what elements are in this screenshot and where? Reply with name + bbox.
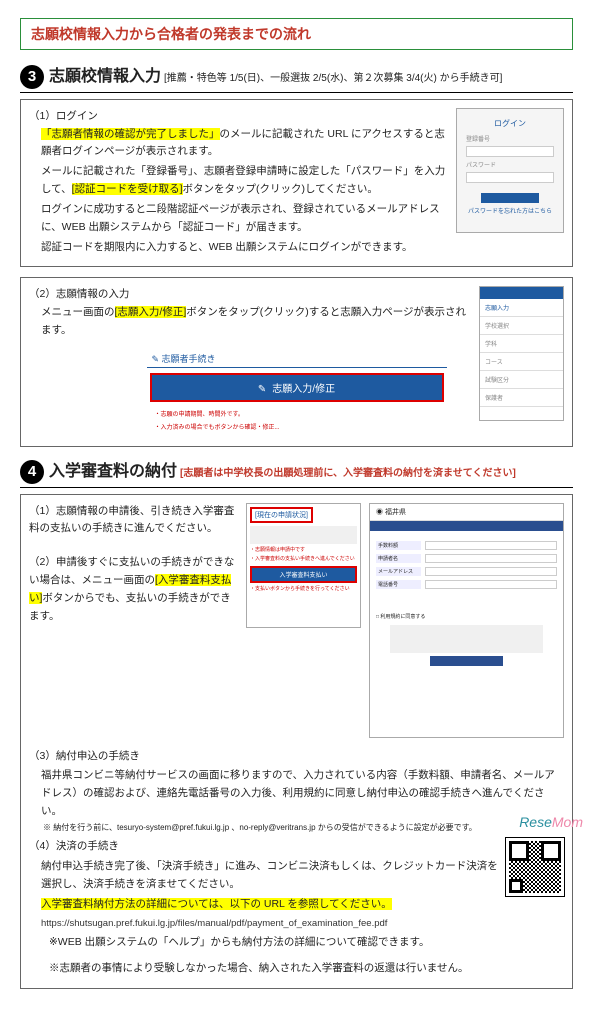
section-4-subtitle: [志願者は中学校長の出願処理前に、入学審査料の納付を済ませてください] (180, 464, 516, 479)
two-column: [現在の申請状況] ・志願情報は申請中です ・入学審査料の支払い手続きへ進んでく… (29, 503, 564, 738)
body-text: 入学審査料納付方法の詳細については、以下の URL を参照してください。 (29, 896, 564, 914)
mock-captcha (390, 625, 543, 653)
step-badge-3: 3 (20, 65, 44, 89)
mock-logo: ◉ 福井県 (370, 504, 563, 521)
procedure-note: ・入力済みの場合でもボタンから確認・修正... (147, 420, 447, 433)
procedure-button-highlighted: ✎志願入力/修正 (150, 373, 444, 402)
mock-input (466, 172, 554, 183)
section-3-title-row: 3 志願校情報入力 [推薦・特色等 1/5(日)、一般選抜 2/5(水)、第２次… (20, 62, 573, 89)
step-label: （4）決済の手続き (29, 838, 564, 856)
section-3-box-1: ログイン 登録番号 パスワード パスワードを忘れた方はこちら （1）ログイン 「… (20, 99, 573, 268)
highlight: [志願入力/修正] (115, 306, 187, 318)
watermark-logo: ReseMom (519, 814, 583, 830)
mock-pay-button: 入学審査料支払い (250, 566, 357, 583)
section-4-title-row: 4 入学審査料の納付 [志願者は中学校長の出願処理前に、入学審査料の納付を済ませ… (20, 457, 573, 484)
highlight: [認証コードを受け取る] (72, 183, 183, 195)
mock-box (250, 526, 357, 544)
body-text: ※志願者の事情により受験しなかった場合、納入された入学審査料の返還は行いません。 (49, 960, 564, 978)
procedure-note: ・志願の申請期間、時間外です。 (147, 407, 447, 420)
section-4-box: [現在の申請状況] ・志願情報は申請中です ・入学審査料の支払い手続きへ進んでく… (20, 494, 573, 989)
mock-note: ・志願情報は申請中です (250, 547, 357, 554)
mock-login-title: ログイン (461, 118, 559, 129)
mock-label: パスワード (461, 160, 559, 169)
mock-row: 申請者名 (370, 552, 563, 565)
mock-note: ・支払いボタンから手続きを行ってください (250, 586, 357, 593)
url-text: https://shutsugan.pref.fukui.lg.jp/files… (29, 916, 564, 932)
mock-row: 電話番号 (370, 578, 563, 591)
section-3-box-2: 志願入力 学校選択 学科 コース 試験区分 保護者 （2）志願情報の入力 メニュ… (20, 277, 573, 447)
flow-header-box: 志願校情報入力から合格者の発表までの流れ (20, 18, 573, 50)
highlight: 「志願者情報の確認が完了しました」 (41, 128, 220, 140)
mock-item: 志願入力 (480, 299, 563, 317)
payment-form-mock: ◉ 福井県 手数料額 申請者名 メールアドレス 電話番号 □ 利用規約に同意する (369, 503, 564, 738)
mock-label: 登録番号 (461, 134, 559, 143)
mock-input (466, 146, 554, 157)
mock-button (481, 193, 539, 203)
mock-header (480, 287, 563, 299)
mock-item: コース (480, 353, 563, 371)
step-label: （3）納付申込の手続き (29, 748, 564, 766)
mock-submit (430, 656, 503, 666)
mock-note: ・入学審査料の支払い手続きへ進んでください (250, 556, 357, 563)
page: 志願校情報入力から合格者の発表までの流れ 3 志願校情報入力 [推薦・特色等 1… (0, 0, 593, 1017)
mock-nav (370, 521, 563, 531)
mock-item: 試験区分 (480, 371, 563, 389)
status-screenshot-mock: [現在の申請状況] ・志願情報は申請中です ・入学審査料の支払い手続きへ進んでく… (246, 503, 361, 628)
mock-row: メールアドレス (370, 565, 563, 578)
body-text: ※WEB 出願システムの「ヘルプ」からも納付方法の詳細について確認できます。 (49, 934, 564, 952)
mock-item: 学科 (480, 335, 563, 353)
highlight: 入学審査料納付方法の詳細については、以下の URL を参照してください。 (41, 898, 392, 910)
qr-code-icon (506, 838, 564, 896)
mock-row: 手数料額 (370, 539, 563, 552)
left-column: [現在の申請状況] ・志願情報は申請中です ・入学審査料の支払い手続きへ進んでく… (29, 503, 361, 738)
mock-status-header: [現在の申請状況] (250, 507, 313, 523)
mock-item: 保護者 (480, 389, 563, 407)
body-text: 納付申込手続き完了後、「決済手続き」に進み、コンビニ決済もしくは、クレジットカー… (29, 858, 564, 894)
mock-link: パスワードを忘れた方はこちら (461, 206, 559, 215)
menu-screenshot-mock: 志願入力 学校選択 学科 コース 試験区分 保護者 (479, 286, 564, 421)
flow-header-text: 志願校情報入力から合格者の発表までの流れ (31, 24, 562, 44)
section-3-title: 志願校情報入力 (49, 62, 161, 86)
section-4-title: 入学審査料の納付 (49, 457, 177, 481)
divider (20, 92, 573, 93)
body-text: 福井県コンビニ等納付サービスの画面に移りますので、入力されている内容（手数料額、… (29, 767, 564, 821)
section-3-subtitle: [推薦・特色等 1/5(日)、一般選抜 2/5(水)、第２次募集 3/4(火) … (164, 69, 502, 84)
body-text: 認証コードを期限内に入力すると、WEB 出願システムにログインができます。 (29, 239, 564, 257)
step-badge-4: 4 (20, 460, 44, 484)
right-column: ◉ 福井県 手数料額 申請者名 メールアドレス 電話番号 □ 利用規約に同意する (369, 503, 564, 738)
mock-item: 学校選択 (480, 317, 563, 335)
divider (20, 487, 573, 488)
note-text: ※ 納付を行う前に、tesuryo-system@pref.fukui.lg.j… (43, 823, 564, 833)
procedure-box: 志願者手続き ✎志願入力/修正 ・志願の申請期間、時間外です。 ・入力済みの場合… (147, 350, 447, 433)
mock-checkbox: □ 利用規約に同意する (370, 611, 563, 622)
login-screenshot-mock: ログイン 登録番号 パスワード パスワードを忘れた方はこちら (456, 108, 564, 233)
procedure-header: 志願者手続き (147, 350, 447, 368)
